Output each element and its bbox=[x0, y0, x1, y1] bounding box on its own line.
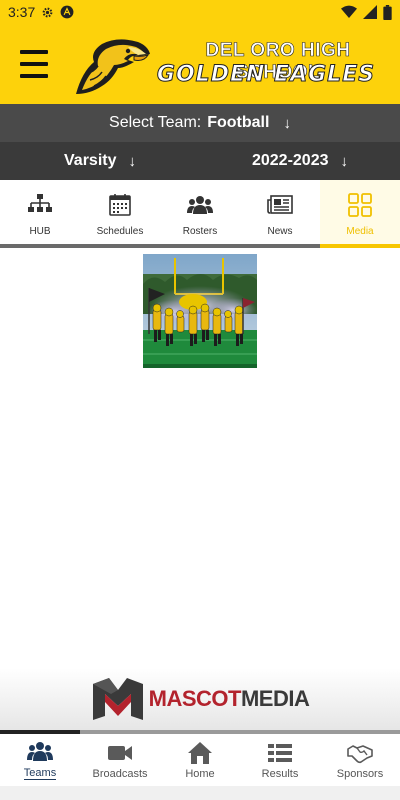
teams-icon bbox=[27, 742, 53, 761]
home-icon bbox=[188, 741, 212, 764]
menu-bar bbox=[20, 74, 48, 78]
nav-broadcasts[interactable]: Broadcasts bbox=[80, 734, 160, 786]
system-nav-bar bbox=[0, 786, 400, 800]
nav-label: Home bbox=[185, 767, 215, 780]
nav-home[interactable]: Home bbox=[160, 734, 240, 786]
hierarchy-icon bbox=[28, 194, 52, 212]
tab-media[interactable]: Media bbox=[320, 180, 400, 248]
status-left: 3:37 bbox=[8, 4, 74, 20]
media-gallery bbox=[0, 248, 400, 668]
tab-rosters[interactable]: Rosters bbox=[160, 180, 240, 244]
tab-label: HUB bbox=[29, 226, 51, 237]
status-right bbox=[341, 4, 392, 20]
tab-schedules[interactable]: Schedules bbox=[80, 180, 160, 244]
bottom-nav: Teams Broadcasts Home Results Sponsors bbox=[0, 734, 400, 786]
signal-icon bbox=[363, 5, 377, 19]
sponsor-brand-part2: MEDIA bbox=[240, 686, 310, 711]
sponsor-banner[interactable]: MASCOTMEDIA bbox=[0, 668, 400, 730]
group-icon bbox=[187, 196, 213, 214]
menu-button[interactable] bbox=[14, 46, 54, 82]
nav-label: Broadcasts bbox=[92, 767, 148, 780]
select-team-value: Football bbox=[207, 114, 270, 131]
status-bar: 3:37 bbox=[0, 0, 400, 24]
grid-icon bbox=[348, 193, 372, 217]
nav-label: Results bbox=[261, 767, 299, 780]
football-team-photo bbox=[143, 254, 257, 368]
level-dropdown[interactable]: Varsity ↓ bbox=[0, 152, 200, 170]
select-team-label: Select Team: bbox=[109, 114, 202, 131]
tab-label: Schedules bbox=[96, 226, 144, 237]
newspaper-icon bbox=[267, 195, 293, 214]
team-name: GOLDEN EAGLES bbox=[156, 62, 376, 88]
nav-sponsors[interactable]: Sponsors bbox=[320, 734, 400, 786]
season-value: 2022-2023 bbox=[251, 152, 329, 169]
nav-label: Sponsors bbox=[336, 767, 384, 780]
battery-icon bbox=[383, 4, 392, 20]
app-notification-icon bbox=[60, 5, 74, 19]
nav-label: Teams bbox=[23, 767, 57, 780]
sponsor-brand: MASCOTMEDIA bbox=[149, 686, 310, 712]
wifi-icon bbox=[341, 5, 357, 19]
tab-label: News bbox=[267, 226, 293, 237]
select-team-dropdown[interactable]: Select Team: Football ↓ bbox=[0, 104, 400, 142]
app-header: DEL ORO HIGH SCHOOL GOLDEN EAGLES bbox=[0, 24, 400, 104]
section-tabs: HUB Schedules Rosters News Media bbox=[0, 180, 400, 248]
tab-label: Rosters bbox=[182, 226, 218, 237]
settings-icon bbox=[42, 7, 53, 17]
tab-news[interactable]: News bbox=[240, 180, 320, 244]
arrow-down-icon: ↓ bbox=[128, 152, 136, 170]
tab-label: Media bbox=[346, 226, 374, 237]
menu-bar bbox=[20, 62, 48, 66]
app-screen: 3:37 DEL ORO HIGH SCHOOL GOLDEN EAGLES S… bbox=[0, 0, 400, 800]
sponsor-brand-part1: MASCOT bbox=[148, 686, 242, 711]
status-time: 3:37 bbox=[8, 4, 36, 20]
calendar-icon bbox=[109, 194, 131, 216]
handshake-icon bbox=[347, 744, 373, 763]
nav-teams[interactable]: Teams bbox=[0, 734, 80, 786]
season-dropdown[interactable]: 2022-2023 ↓ bbox=[200, 152, 400, 170]
media-photo-thumbnail[interactable] bbox=[143, 254, 257, 368]
mascot-media-logo-icon bbox=[92, 678, 143, 720]
menu-bar bbox=[20, 50, 48, 54]
level-value: Varsity bbox=[64, 152, 117, 169]
list-icon bbox=[268, 743, 292, 762]
arrow-down-icon: ↓ bbox=[283, 114, 291, 132]
nav-results[interactable]: Results bbox=[240, 734, 320, 786]
arrow-down-icon: ↓ bbox=[340, 152, 349, 170]
level-season-row: Varsity ↓ 2022-2023 ↓ bbox=[0, 142, 400, 180]
video-camera-icon bbox=[108, 745, 132, 760]
tab-hub[interactable]: HUB bbox=[0, 180, 80, 244]
